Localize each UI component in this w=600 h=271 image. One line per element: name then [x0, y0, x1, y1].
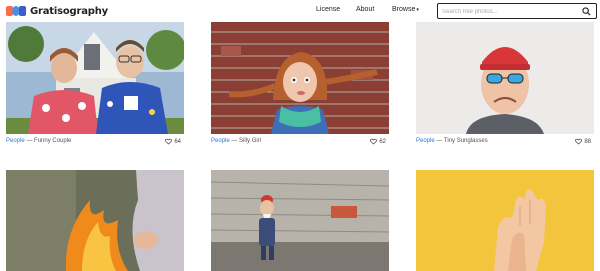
photo-thumbnail[interactable]	[6, 170, 184, 271]
like-counter[interactable]: 64	[165, 138, 181, 145]
category-link[interactable]: People	[211, 138, 230, 144]
heart-icon[interactable]	[370, 138, 378, 145]
nav-about-link[interactable]: About	[356, 6, 374, 13]
logo-mark-icon	[6, 6, 26, 16]
photo-title[interactable]: Silly Girl	[239, 138, 261, 144]
brand-name: Gratisography	[30, 5, 108, 17]
caret-down-icon: ▾	[416, 7, 419, 13]
nav-browse-label: Browse	[392, 6, 416, 13]
search-input[interactable]	[442, 6, 580, 17]
photo-caption: People — Silly Girl 62	[211, 138, 389, 148]
like-count: 62	[379, 138, 386, 145]
like-count: 88	[584, 138, 591, 145]
nav-browse-menu[interactable]: Browse▾	[392, 6, 419, 13]
photo-thumbnail[interactable]	[211, 22, 389, 134]
heart-icon[interactable]	[575, 138, 583, 145]
category-link[interactable]: People	[6, 138, 25, 144]
photo-caption: People — Funny Couple 64	[6, 138, 184, 148]
photo-thumbnail[interactable]	[211, 170, 389, 271]
caption-separator: —	[229, 138, 240, 144]
photo-thumbnail[interactable]	[416, 170, 594, 271]
category-link[interactable]: People	[416, 138, 435, 144]
photo-caption: People — Tiny Sunglasses 88	[416, 138, 594, 148]
heart-icon[interactable]	[165, 138, 173, 145]
like-count: 64	[174, 138, 181, 145]
photo-title[interactable]: Funny Couple	[34, 138, 71, 144]
caption-separator: —	[434, 138, 444, 144]
top-bar: Gratisography License About Browse▾	[0, 0, 600, 22]
like-counter[interactable]: 62	[370, 138, 386, 145]
photo-title[interactable]: Tiny Sunglasses	[444, 138, 488, 144]
photo-thumbnail[interactable]	[416, 22, 594, 134]
photo-thumbnail[interactable]	[6, 22, 184, 134]
site-logo[interactable]: Gratisography	[6, 4, 108, 18]
like-counter[interactable]: 88	[575, 138, 591, 145]
search-icon[interactable]	[582, 7, 591, 16]
caption-separator: —	[24, 138, 35, 144]
search-box[interactable]	[437, 3, 597, 19]
nav-license-link[interactable]: License	[316, 6, 340, 13]
